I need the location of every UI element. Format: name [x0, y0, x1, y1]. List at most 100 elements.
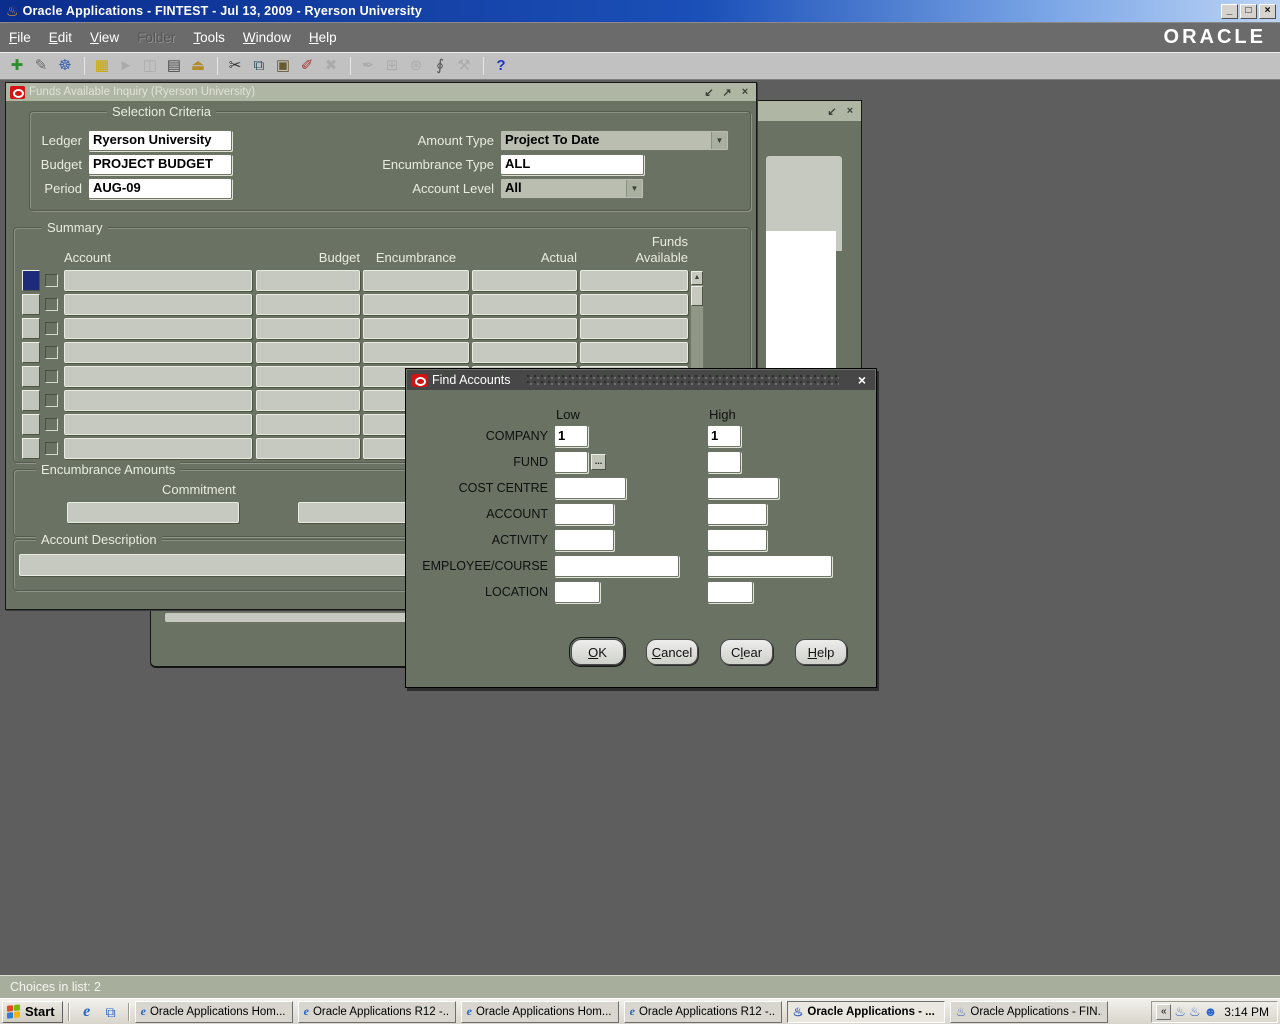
menu-edit[interactable]: Edit [40, 23, 81, 52]
find-account-low-field[interactable] [554, 503, 614, 525]
row-checkbox[interactable] [45, 322, 58, 335]
summary-budget-cell[interactable] [256, 438, 360, 459]
menu-file[interactable]: File [0, 23, 40, 52]
cancel-button[interactable]: Cancel [646, 639, 698, 665]
navigator-icon[interactable]: ☸ [54, 55, 76, 77]
find-cost-centre-high-field[interactable] [707, 477, 779, 499]
find-employee-course-low-field[interactable] [554, 555, 679, 577]
restore-down-icon[interactable]: ↙ [825, 105, 839, 118]
row-selector[interactable] [22, 438, 40, 459]
close-icon[interactable]: × [1259, 4, 1276, 19]
budget-field[interactable]: PROJECT BUDGET [88, 154, 232, 175]
summary-actual-cell[interactable] [472, 318, 577, 339]
find-icon[interactable]: ✎ [30, 55, 52, 77]
find-cost-centre-low-field[interactable] [554, 477, 626, 499]
find-location-low-field[interactable] [554, 581, 600, 603]
summary-budget-cell[interactable] [256, 342, 360, 363]
ok-button[interactable]: OK [571, 639, 624, 665]
save-icon[interactable]: ▦ [91, 55, 113, 77]
maximize-icon[interactable]: □ [1240, 4, 1257, 19]
print-icon[interactable]: ▤ [163, 55, 185, 77]
summary-actual-cell[interactable] [472, 294, 577, 315]
row-selector[interactable] [22, 414, 40, 435]
summary-budget-cell[interactable] [256, 294, 360, 315]
new-icon[interactable]: ✚ [6, 55, 28, 77]
tray-chevron-icon[interactable]: « [1156, 1004, 1171, 1020]
row-selector[interactable] [22, 390, 40, 411]
find-activity-low-field[interactable] [554, 529, 614, 551]
summary-account-cell[interactable] [64, 318, 252, 339]
summary-account-cell[interactable] [64, 294, 252, 315]
close-form-icon[interactable]: ⏏ [187, 55, 209, 77]
ie-quicklaunch-icon[interactable]: e [77, 1002, 97, 1022]
java-tray-icon[interactable]: ♨ [1189, 1004, 1201, 1020]
find-accounts-titlebar[interactable]: Find Accounts × [407, 370, 875, 390]
row-checkbox[interactable] [45, 370, 58, 383]
paste-icon[interactable]: ▣ [272, 55, 294, 77]
copy-icon[interactable]: ⧉ [248, 55, 270, 77]
summary-encumbrance-cell[interactable] [363, 318, 469, 339]
summary-budget-cell[interactable] [256, 318, 360, 339]
summary-account-cell[interactable] [64, 390, 252, 411]
summary-budget-cell[interactable] [256, 270, 360, 291]
find-company-low-field[interactable]: 1 [554, 425, 588, 447]
find-account-high-field[interactable] [707, 503, 767, 525]
period-field[interactable]: AUG-09 [88, 178, 232, 199]
menu-help[interactable]: Help [300, 23, 346, 52]
amount-type-dropdown[interactable]: Project To Date ▼ [500, 130, 729, 151]
close-icon[interactable]: × [738, 86, 752, 98]
lov-ellipsis-button[interactable]: ... [591, 454, 606, 470]
row-selector[interactable] [22, 318, 40, 339]
summary-actual-cell[interactable] [472, 342, 577, 363]
encumbrance-type-field[interactable]: ALL [500, 154, 644, 175]
summary-account-cell[interactable] [64, 366, 252, 387]
restore-down-icon[interactable]: ↙ [702, 86, 716, 99]
restore-up-icon[interactable]: ↗ [720, 86, 734, 99]
taskbar-button[interactable]: eOracle Applications Hom... [461, 1001, 619, 1023]
row-selector[interactable] [22, 366, 40, 387]
row-checkbox[interactable] [45, 346, 58, 359]
messenger-tray-icon[interactable]: ☻ [1204, 1004, 1218, 1019]
summary-account-cell[interactable] [64, 270, 252, 291]
summary-funds-available-cell[interactable] [580, 342, 688, 363]
menu-view[interactable]: View [81, 23, 128, 52]
clear-record-icon[interactable]: ✐ [296, 55, 318, 77]
taskbar-button[interactable]: ♨Oracle Applications - ... [787, 1001, 945, 1023]
quicklaunch-icon[interactable]: ⧉ [101, 1002, 121, 1022]
find-fund-low-field[interactable] [554, 451, 588, 473]
row-checkbox[interactable] [45, 418, 58, 431]
summary-funds-available-cell[interactable] [580, 294, 688, 315]
close-icon[interactable]: × [843, 105, 857, 117]
summary-budget-cell[interactable] [256, 390, 360, 411]
find-location-high-field[interactable] [707, 581, 753, 603]
help-button[interactable]: Help [795, 639, 847, 665]
summary-budget-cell[interactable] [256, 366, 360, 387]
summary-funds-available-cell[interactable] [580, 270, 688, 291]
close-icon[interactable]: × [854, 372, 870, 388]
summary-account-cell[interactable] [64, 342, 252, 363]
start-button[interactable]: Start [2, 1001, 63, 1023]
find-activity-high-field[interactable] [707, 529, 767, 551]
row-selector[interactable] [22, 294, 40, 315]
taskbar-button[interactable]: eOracle Applications Hom... [135, 1001, 293, 1023]
java-tray-icon[interactable]: ♨ [1174, 1004, 1186, 1020]
summary-account-cell[interactable] [64, 438, 252, 459]
cut-icon[interactable]: ✂ [224, 55, 246, 77]
summary-budget-cell[interactable] [256, 414, 360, 435]
help-icon[interactable]: ? [490, 55, 512, 77]
row-selector[interactable] [22, 270, 40, 291]
account-level-dropdown[interactable]: All ▼ [500, 178, 644, 199]
summary-account-cell[interactable] [64, 414, 252, 435]
row-checkbox[interactable] [45, 298, 58, 311]
row-checkbox[interactable] [45, 442, 58, 455]
taskbar-button[interactable]: eOracle Applications R12 -... [624, 1001, 782, 1023]
menu-tools[interactable]: Tools [184, 23, 234, 52]
menu-window[interactable]: Window [234, 23, 300, 52]
row-checkbox[interactable] [45, 394, 58, 407]
ledger-field[interactable]: Ryerson University [88, 130, 232, 151]
funds-window-titlebar[interactable]: Funds Available Inquiry (Ryerson Univers… [6, 83, 756, 101]
summary-encumbrance-cell[interactable] [363, 294, 469, 315]
summary-actual-cell[interactable] [472, 270, 577, 291]
row-selector[interactable] [22, 342, 40, 363]
commitment-field[interactable] [67, 502, 239, 523]
